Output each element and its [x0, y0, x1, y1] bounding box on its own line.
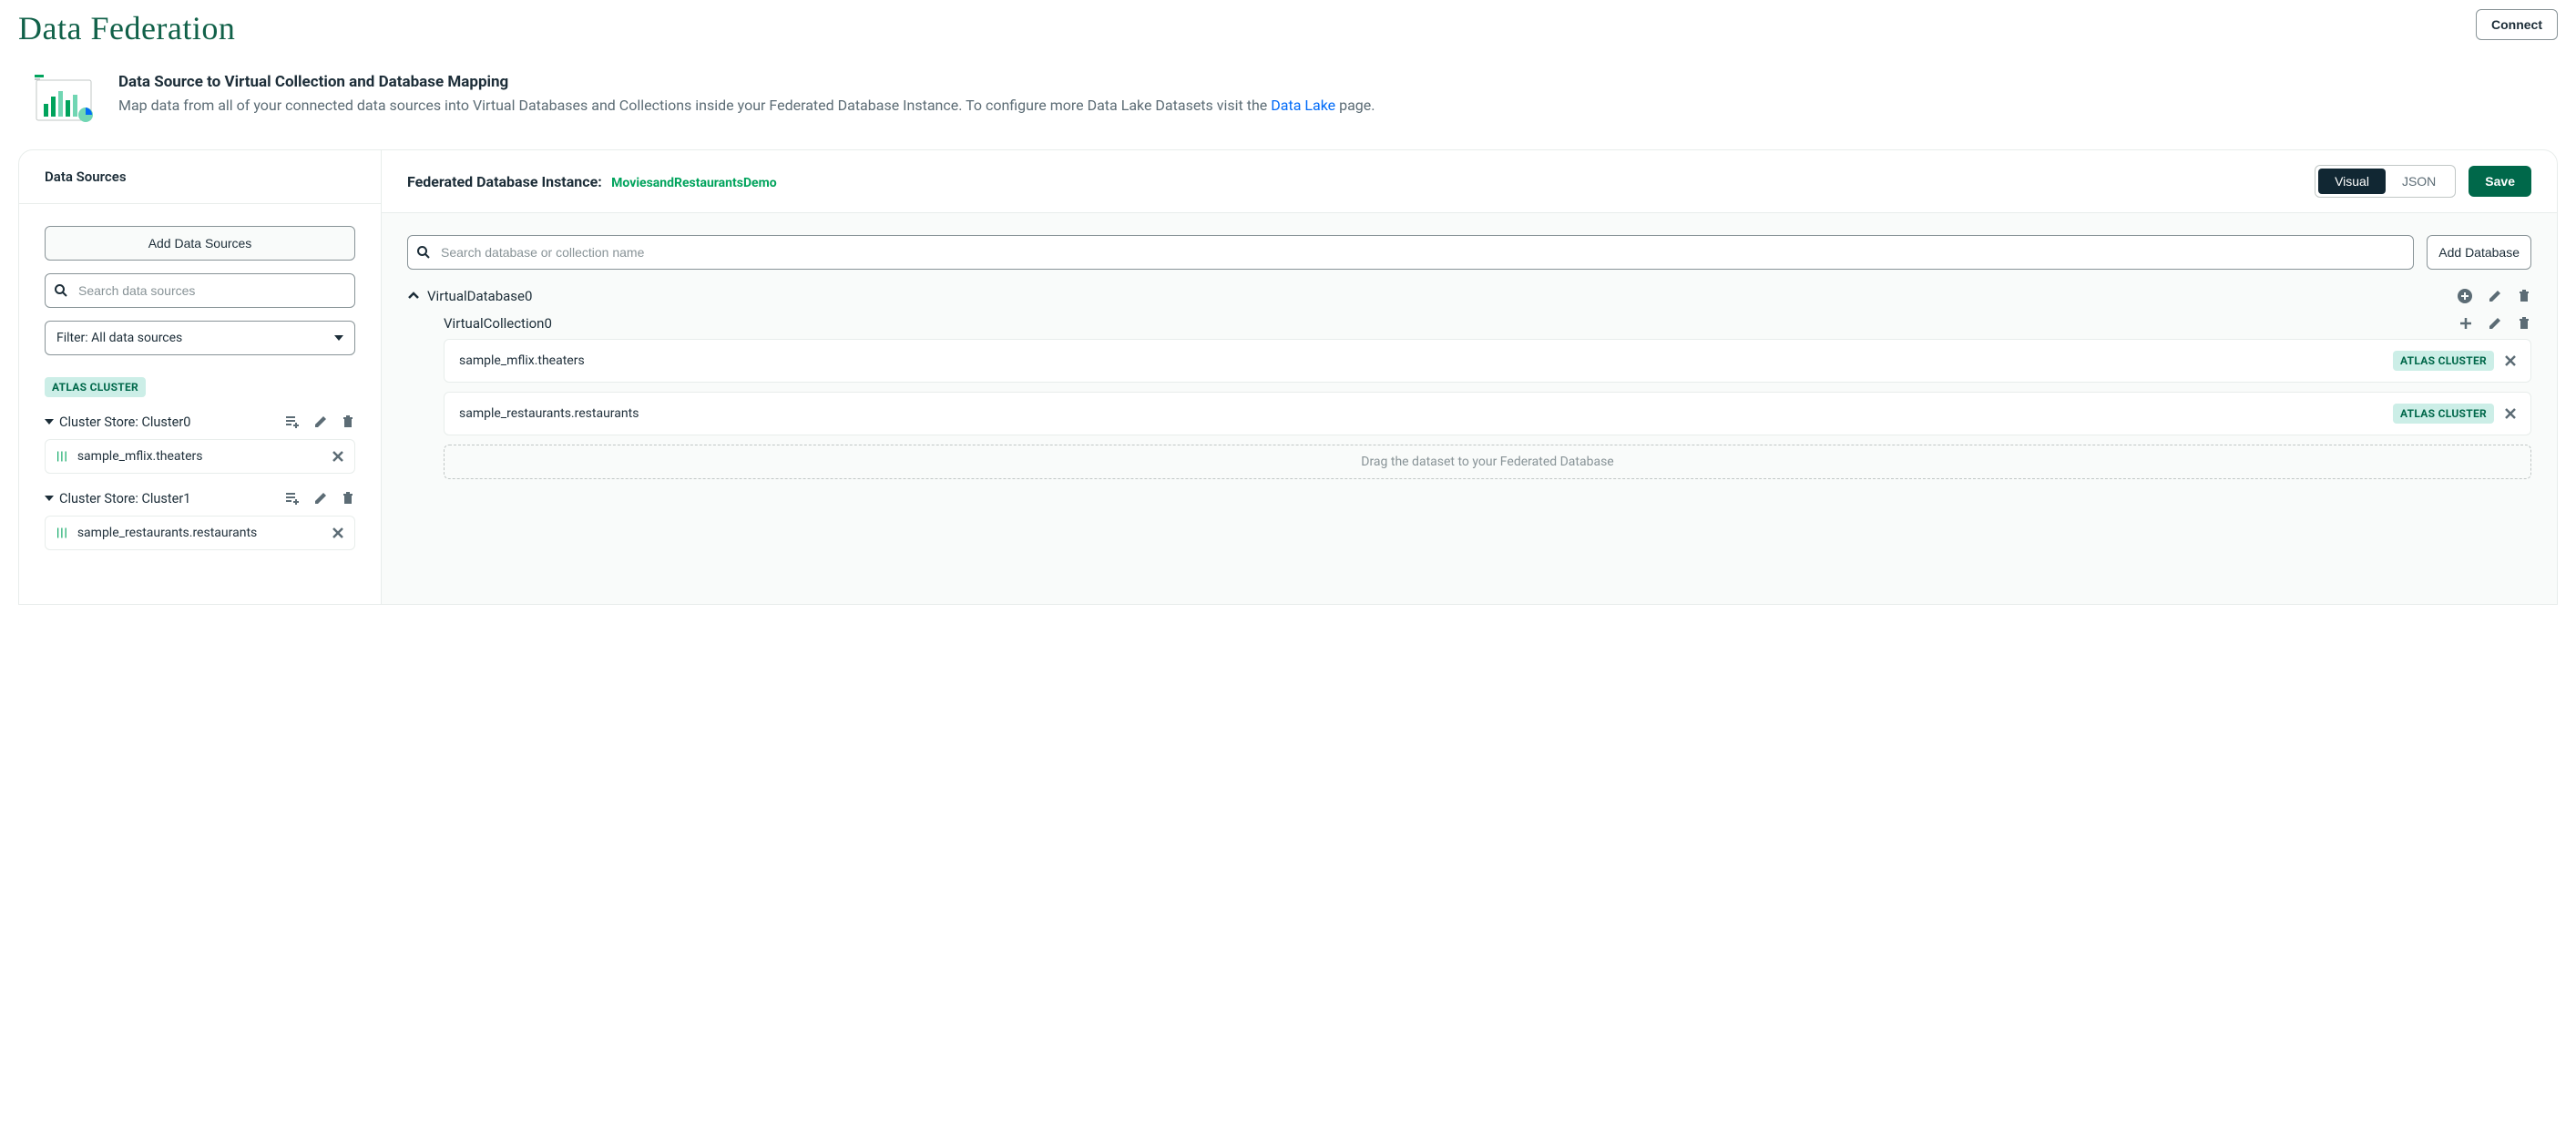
add-circle-icon[interactable]	[2457, 288, 2473, 304]
drag-handle-icon[interactable]: |||	[56, 450, 68, 464]
remove-icon[interactable]	[2505, 408, 2516, 419]
trash-icon[interactable]	[2517, 289, 2531, 303]
search-icon	[54, 283, 68, 298]
data-source-label: sample_restaurants.restaurants	[77, 526, 257, 540]
add-data-sources-button[interactable]: Add Data Sources	[45, 226, 355, 261]
remove-icon[interactable]	[332, 451, 343, 462]
remove-icon[interactable]	[2505, 355, 2516, 366]
data-sources-heading: Data Sources	[19, 150, 381, 204]
edit-icon[interactable]	[313, 491, 328, 506]
dropzone[interactable]: Drag the dataset to your Federated Datab…	[444, 445, 2531, 479]
add-collection-icon[interactable]	[284, 490, 301, 506]
federated-instance-label: Federated Database Instance:	[407, 173, 602, 190]
trash-icon[interactable]	[341, 491, 355, 506]
edit-icon[interactable]	[2488, 289, 2502, 303]
trash-icon[interactable]	[2517, 316, 2531, 331]
mapping-label: sample_restaurants.restaurants	[459, 406, 639, 421]
mapping-item: sample_restaurants.restaurants ATLAS CLU…	[444, 392, 2531, 435]
chevron-up-icon[interactable]	[407, 290, 420, 302]
cluster-store-label: Cluster Store: Cluster1	[59, 491, 190, 506]
add-collection-icon[interactable]	[284, 414, 301, 430]
page-title: Data Federation	[18, 9, 235, 47]
view-mode-toggle: Visual JSON	[2315, 165, 2456, 198]
mapping-label: sample_mflix.theaters	[459, 353, 585, 368]
remove-icon[interactable]	[332, 527, 343, 538]
atlas-cluster-badge: ATLAS CLUSTER	[45, 377, 146, 397]
intro-body: Map data from all of your connected data…	[118, 95, 1375, 117]
search-collections-input[interactable]	[407, 235, 2414, 270]
atlas-cluster-badge: ATLAS CLUSTER	[2393, 351, 2494, 371]
filter-select[interactable]: Filter: All data sources	[45, 321, 355, 355]
save-button[interactable]: Save	[2469, 166, 2531, 197]
edit-icon[interactable]	[2488, 316, 2502, 331]
intro-heading: Data Source to Virtual Collection and Da…	[118, 73, 1375, 91]
visual-toggle[interactable]: Visual	[2318, 169, 2386, 194]
plus-icon[interactable]	[2458, 316, 2473, 331]
trash-icon[interactable]	[341, 414, 355, 429]
caret-down-icon[interactable]	[45, 419, 54, 425]
data-source-item[interactable]: ||| sample_mflix.theaters	[45, 439, 355, 474]
edit-icon[interactable]	[313, 414, 328, 429]
atlas-cluster-badge: ATLAS CLUSTER	[2393, 404, 2494, 424]
json-toggle[interactable]: JSON	[2386, 169, 2452, 194]
chart-icon	[33, 73, 97, 124]
drag-handle-icon[interactable]: |||	[56, 527, 68, 540]
mapping-item: sample_mflix.theaters ATLAS CLUSTER	[444, 339, 2531, 383]
filter-label: Filter: All data sources	[56, 331, 182, 345]
intro-section: Data Source to Virtual Collection and Da…	[0, 47, 2576, 146]
virtual-database-name: VirtualDatabase0	[427, 288, 532, 304]
caret-down-icon[interactable]	[45, 496, 54, 501]
virtual-collection-name: VirtualCollection0	[444, 315, 552, 332]
search-data-sources-input[interactable]	[45, 273, 355, 308]
data-source-label: sample_mflix.theaters	[77, 449, 203, 464]
cluster-store-label: Cluster Store: Cluster0	[59, 414, 190, 430]
add-database-button[interactable]: Add Database	[2427, 235, 2531, 270]
federated-instance-name: MoviesandRestaurantsDemo	[611, 176, 776, 190]
connect-button[interactable]: Connect	[2476, 9, 2558, 40]
chevron-down-icon	[334, 335, 343, 341]
data-lake-link[interactable]: Data Lake	[1271, 97, 1335, 114]
search-icon	[416, 245, 431, 260]
data-source-item[interactable]: ||| sample_restaurants.restaurants	[45, 516, 355, 550]
